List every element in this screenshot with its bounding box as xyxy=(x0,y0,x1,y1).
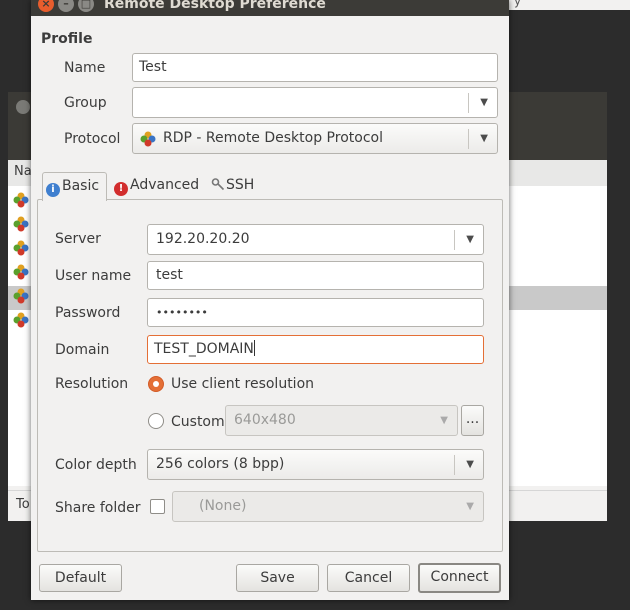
color-depth-value: 256 colors (8 bpp) xyxy=(156,456,285,472)
password-label: Password xyxy=(55,305,121,321)
background-close-icon[interactable] xyxy=(16,100,30,114)
color-depth-combobox[interactable]: 256 colors (8 bpp) ▼ xyxy=(147,449,484,480)
domain-label: Domain xyxy=(55,342,110,358)
password-input[interactable]: •••••••• xyxy=(147,298,484,327)
status-fragment: To xyxy=(16,497,30,512)
rdp-icon xyxy=(13,264,29,280)
chevron-down-icon: ▼ xyxy=(466,501,474,512)
share-folder-value: (None) xyxy=(199,498,247,514)
warning-icon: ! xyxy=(114,182,128,196)
share-folder-label: Share folder xyxy=(55,500,141,516)
custom-resolution-more-button[interactable]: ... xyxy=(461,405,484,436)
default-button[interactable]: Default xyxy=(39,564,122,592)
username-label: User name xyxy=(55,268,132,284)
custom-resolution-value: 640x480 xyxy=(234,412,296,428)
remote-desktop-preference-dialog: × – □ Remote Desktop Preference Profile … xyxy=(31,0,509,600)
group-combo-separator xyxy=(468,93,469,113)
protocol-label: Protocol xyxy=(64,131,121,147)
use-client-resolution-label[interactable]: Use client resolution xyxy=(171,376,314,392)
chevron-down-icon: ▼ xyxy=(480,133,488,144)
close-window-button[interactable]: × xyxy=(38,0,54,12)
name-input[interactable]: Test xyxy=(132,53,498,82)
name-label: Name xyxy=(64,60,106,76)
username-input[interactable]: test xyxy=(147,261,484,290)
rdp-icon xyxy=(140,131,156,147)
custom-resolution-combobox: 640x480 ▼ xyxy=(225,405,458,436)
cancel-button[interactable]: Cancel xyxy=(327,564,410,592)
rdp-icon xyxy=(13,192,29,208)
topbar-fragment: y xyxy=(514,0,522,8)
dialog-titlebar: × – □ Remote Desktop Preference xyxy=(31,0,509,16)
save-button[interactable]: Save xyxy=(236,564,319,592)
text-cursor xyxy=(253,340,255,356)
chevron-down-icon: ▼ xyxy=(440,415,448,426)
tab-ssh[interactable]: SSH xyxy=(208,172,264,200)
custom-resolution-radio[interactable] xyxy=(148,413,164,429)
share-folder-checkbox[interactable] xyxy=(150,499,165,514)
rdp-icon xyxy=(13,216,29,232)
maximize-icon: □ xyxy=(80,0,92,10)
server-value: 192.20.20.20 xyxy=(156,231,250,247)
background-topbar: y xyxy=(508,0,630,10)
close-icon: × xyxy=(41,0,51,10)
tab-basic[interactable]: i Basic xyxy=(42,172,107,201)
server-combobox[interactable]: 192.20.20.20 ▼ xyxy=(147,224,484,255)
minimize-window-button[interactable]: – xyxy=(58,0,74,12)
domain-input[interactable]: TEST_DOMAIN xyxy=(147,335,484,364)
key-icon xyxy=(211,178,225,191)
tab-advanced-label: Advanced xyxy=(130,177,200,193)
connect-button[interactable]: Connect xyxy=(418,563,501,593)
use-client-resolution-radio[interactable] xyxy=(148,376,164,392)
rdp-icon xyxy=(13,312,29,328)
tab-advanced[interactable]: ! Advanced xyxy=(111,172,205,200)
chevron-down-icon: ▼ xyxy=(466,459,474,470)
info-icon: i xyxy=(46,183,60,197)
color-depth-combo-separator xyxy=(454,455,455,475)
tab-ssh-label: SSH xyxy=(226,177,255,193)
domain-value: TEST_DOMAIN xyxy=(154,341,254,357)
rdp-icon xyxy=(13,240,29,256)
tab-basic-label: Basic xyxy=(62,178,100,194)
resolution-label: Resolution xyxy=(55,376,129,392)
group-label: Group xyxy=(64,95,107,111)
color-depth-label: Color depth xyxy=(55,457,137,473)
server-combo-separator xyxy=(454,230,455,250)
group-combobox[interactable]: ▼ xyxy=(132,87,498,118)
minimize-icon: – xyxy=(63,0,69,10)
dialog-title: Remote Desktop Preference xyxy=(104,0,326,12)
chevron-down-icon: ▼ xyxy=(466,234,474,245)
share-folder-chooser: (None) ▼ xyxy=(172,491,484,522)
protocol-combo-separator xyxy=(468,129,469,149)
server-label: Server xyxy=(55,231,101,247)
rdp-icon xyxy=(13,288,29,304)
maximize-window-button[interactable]: □ xyxy=(78,0,94,12)
column-header-name: Na xyxy=(14,164,32,179)
custom-resolution-label[interactable]: Custom xyxy=(171,414,225,430)
protocol-combobox[interactable]: RDP - Remote Desktop Protocol ▼ xyxy=(132,123,498,154)
profile-section-title: Profile xyxy=(41,31,93,47)
chevron-down-icon: ▼ xyxy=(480,97,488,108)
protocol-value: RDP - Remote Desktop Protocol xyxy=(163,130,383,146)
